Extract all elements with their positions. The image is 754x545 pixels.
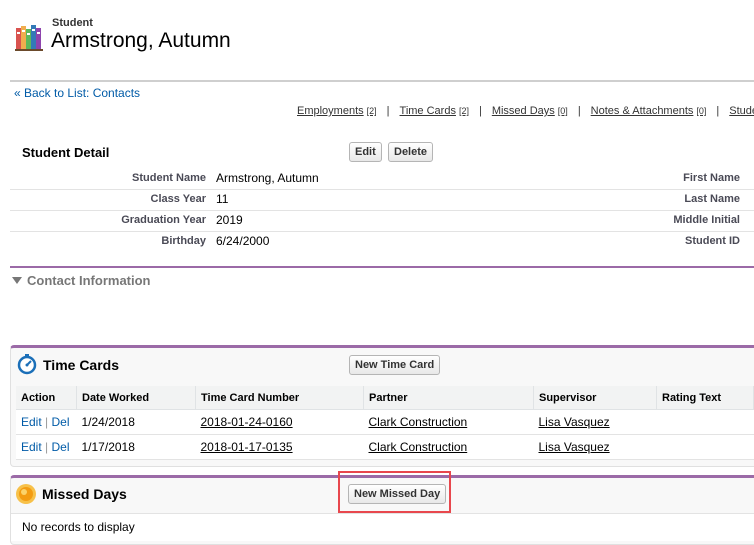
delete-link[interactable]: Del — [52, 415, 70, 429]
detail-row: Class Year 11 Last Name — [10, 189, 754, 211]
date-worked-cell: 1/17/2018 — [76, 434, 196, 460]
empty-state: No records to display — [11, 513, 754, 541]
column-header: Date Worked — [76, 386, 196, 410]
column-header: Supervisor — [533, 386, 657, 410]
missed-days-link[interactable]: Missed Days [0] — [492, 105, 568, 117]
field-value: 6/24/2000 — [216, 234, 270, 248]
contact-information-toggle[interactable]: Contact Information — [12, 273, 151, 288]
time-card-number-link[interactable]: 2018-01-17-0135 — [201, 440, 293, 454]
field-label: Student ID — [685, 235, 740, 247]
rating-text-cell — [656, 409, 754, 435]
sun-icon — [16, 484, 36, 504]
detail-row: Student Name Armstrong, Autumn First Nam… — [10, 168, 754, 190]
section-divider — [10, 266, 754, 268]
edit-button[interactable]: Edit — [349, 142, 382, 162]
table-row: Edit | Del 1/17/2018 2018-01-17-0135 Cla… — [16, 434, 754, 460]
collapse-triangle-icon — [12, 277, 22, 284]
header-divider — [10, 80, 754, 82]
detail-row: Graduation Year 2019 Middle Initial — [10, 210, 754, 232]
missed-days-title: Missed Days — [42, 486, 127, 502]
column-header: Rating Text — [656, 386, 754, 410]
time-cards-table: Action Date Worked Time Card Number Part… — [16, 386, 754, 460]
field-label: First Name — [683, 172, 740, 184]
field-label: Middle Initial — [673, 214, 740, 226]
field-label: Student Name — [132, 172, 206, 184]
edit-link[interactable]: Edit — [21, 415, 42, 429]
partner-link[interactable]: Clark Construction — [369, 415, 468, 429]
time-card-number-link[interactable]: 2018-01-24-0160 — [201, 415, 293, 429]
column-header: Action — [16, 386, 77, 410]
column-header: Partner — [363, 386, 534, 410]
employments-link[interactable]: Employments [2] — [297, 105, 377, 117]
stopwatch-icon — [17, 354, 37, 375]
field-value: Armstrong, Autumn — [216, 171, 319, 185]
action-cell: Edit | Del — [16, 409, 77, 435]
detail-row: Birthday 6/24/2000 Student ID — [10, 231, 754, 252]
student-link[interactable]: Studen — [729, 105, 754, 117]
delete-button[interactable]: Delete — [388, 142, 434, 162]
field-label: Graduation Year — [121, 214, 206, 226]
partner-link[interactable]: Clark Construction — [369, 440, 468, 454]
no-records-text: No records to display — [22, 520, 135, 534]
back-to-list-link[interactable]: « Back to List: Contacts — [14, 86, 140, 100]
time-cards-title: Time Cards — [43, 357, 119, 373]
detail-section-title: Student Detail — [22, 145, 110, 160]
time-cards-link[interactable]: Time Cards [2] — [400, 105, 469, 117]
new-time-card-button[interactable]: New Time Card — [349, 355, 441, 375]
record-type-label: Student — [52, 17, 93, 29]
field-value: 11 — [216, 192, 229, 206]
delete-link[interactable]: Del — [52, 440, 70, 454]
table-header-row: Action Date Worked Time Card Number Part… — [16, 386, 754, 410]
date-worked-cell: 1/24/2018 — [76, 409, 196, 435]
related-list-links: Employments [2] | Time Cards [2] | Missed Days… — [297, 105, 754, 117]
page-title: Armstrong, Autumn — [51, 29, 231, 52]
books-icon — [15, 25, 43, 51]
edit-link[interactable]: Edit — [21, 440, 42, 454]
supervisor-link[interactable]: Lisa Vasquez — [539, 440, 610, 454]
action-cell: Edit | Del — [16, 434, 77, 460]
table-row: Edit | Del 1/24/2018 2018-01-24-0160 Cla… — [16, 409, 754, 435]
highlight-box — [338, 471, 451, 513]
field-label: Birthday — [161, 235, 206, 247]
column-header: Time Card Number — [195, 386, 364, 410]
field-label: Last Name — [684, 193, 740, 205]
rating-text-cell — [656, 434, 754, 460]
supervisor-link[interactable]: Lisa Vasquez — [539, 415, 610, 429]
notes-attachments-link[interactable]: Notes & Attachments [0] — [591, 105, 707, 117]
field-label: Class Year — [150, 193, 206, 205]
field-value: 2019 — [216, 213, 243, 227]
